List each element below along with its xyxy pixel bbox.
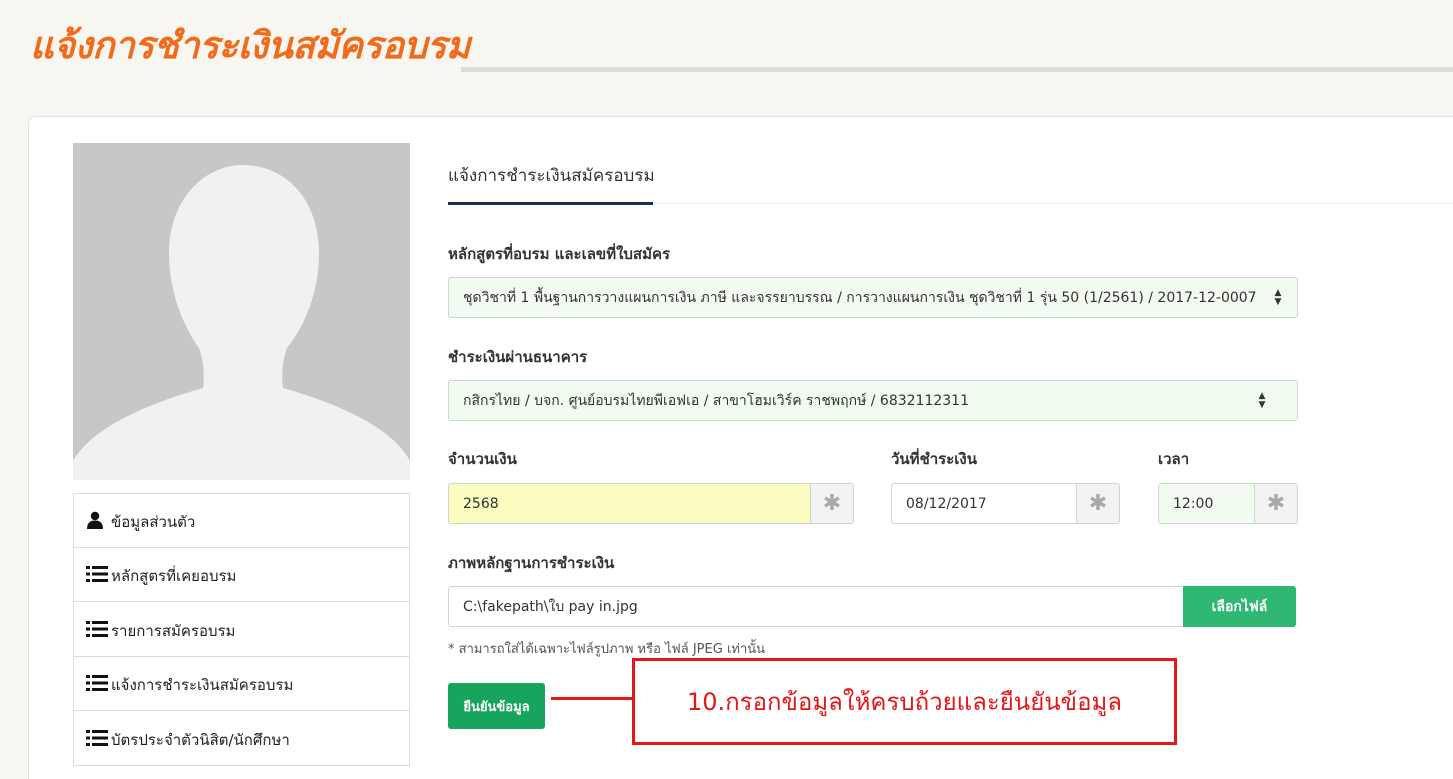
bank-select[interactable]: กสิกรไทย / บจก. ศูนย์อบรมไทยพีเอฟเอ / สา… bbox=[448, 380, 1298, 421]
bank-label: ชำระเงินผ่านธนาคาร bbox=[448, 348, 588, 366]
bank-select-value: กสิกรไทย / บจก. ศูนย์อบรมไทยพีเอฟเอ / สา… bbox=[463, 392, 969, 409]
date-input[interactable]: 08/12/2017 bbox=[891, 483, 1077, 524]
time-input[interactable]: 12:00 bbox=[1158, 483, 1255, 524]
sidebar-item-payment-notify[interactable]: แจ้งการชำระเงินสมัครอบรม bbox=[73, 656, 410, 711]
sidebar-item-label: แจ้งการชำระเงินสมัครอบรม bbox=[111, 676, 294, 695]
sidebar-item-past-courses[interactable]: หลักสูตรที่เคยอบรม bbox=[73, 547, 410, 602]
tab-divider bbox=[653, 203, 1453, 204]
sidebar-item-personal-info[interactable]: ข้อมูลส่วนตัว bbox=[73, 493, 410, 548]
course-select-value: ชุดวิชาที่ 1 พื้นฐานการวางแผนการเงิน ภาษ… bbox=[463, 289, 1257, 306]
course-label: หลักสูตรที่อบรม และเลขที่ใบสมัคร bbox=[448, 245, 671, 263]
annotation-callout: 10.กรอกข้อมูลให้ครบถ้วยและยืนยันข้อมูล bbox=[632, 658, 1177, 745]
sort-arrows-icon: ▲ ▼ bbox=[1258, 390, 1266, 410]
tab-active-indicator bbox=[448, 202, 653, 205]
required-asterisk-icon: ✱ bbox=[811, 483, 854, 524]
sidebar-menu: ข้อมูลส่วนตัว หลักสูตรที่เคยอบรม รายการส… bbox=[73, 493, 410, 766]
evidence-file-input[interactable]: C:\fakepath\ใบ pay in.jpg bbox=[448, 586, 1184, 627]
amount-input[interactable]: 2568 bbox=[448, 483, 811, 524]
avatar bbox=[73, 143, 410, 480]
choose-file-button[interactable]: เลือกไฟล์ bbox=[1183, 586, 1296, 627]
date-label: วันที่ชำระเงิน bbox=[891, 450, 977, 468]
required-asterisk-icon: ✱ bbox=[1077, 483, 1120, 524]
evidence-file-value: C:\fakepath\ใบ pay in.jpg bbox=[463, 598, 638, 615]
course-select[interactable]: ชุดวิชาที่ 1 พื้นฐานการวางแผนการเงิน ภาษ… bbox=[448, 277, 1298, 318]
user-silhouette-icon bbox=[73, 165, 410, 480]
tab-payment-notify[interactable]: แจ้งการชำระเงินสมัครอบรม bbox=[448, 162, 655, 189]
date-input-value: 08/12/2017 bbox=[906, 495, 987, 512]
sidebar-item-registrations[interactable]: รายการสมัครอบรม bbox=[73, 602, 410, 657]
sort-arrows-icon: ▲ ▼ bbox=[1274, 287, 1282, 307]
sidebar-item-label: ข้อมูลส่วนตัว bbox=[111, 513, 196, 532]
list-icon bbox=[86, 620, 108, 638]
list-icon bbox=[86, 565, 108, 583]
required-asterisk-icon: ✱ bbox=[1255, 483, 1298, 524]
sidebar-item-label: บัตรประจำตัวนิสิต/นักศึกษา bbox=[111, 730, 290, 749]
sidebar-item-label: หลักสูตรที่เคยอบรม bbox=[111, 567, 237, 586]
evidence-label: ภาพหลักฐานการชำระเงิน bbox=[448, 554, 615, 572]
confirm-button[interactable]: ยืนยันข้อมูล bbox=[448, 683, 545, 729]
page-title: แจ้งการชำระเงินสมัครอบรม bbox=[30, 25, 470, 66]
file-type-note: * สามารถใส่ได้เฉพาะไฟล์รูปภาพ หรือ ไฟล์ … bbox=[448, 642, 766, 657]
time-input-value: 12:00 bbox=[1173, 495, 1214, 512]
sidebar-item-student-card[interactable]: บัตรประจำตัวนิสิต/นักศึกษา bbox=[73, 711, 410, 766]
time-label: เวลา bbox=[1158, 450, 1190, 468]
title-divider bbox=[461, 67, 1453, 72]
list-icon bbox=[86, 729, 108, 747]
annotation-connector bbox=[551, 697, 634, 700]
list-icon bbox=[86, 674, 108, 692]
sidebar-item-label: รายการสมัครอบรม bbox=[111, 621, 236, 640]
amount-input-value: 2568 bbox=[463, 495, 499, 512]
user-icon bbox=[86, 511, 108, 530]
amount-label: จำนวนเงิน bbox=[448, 450, 517, 468]
